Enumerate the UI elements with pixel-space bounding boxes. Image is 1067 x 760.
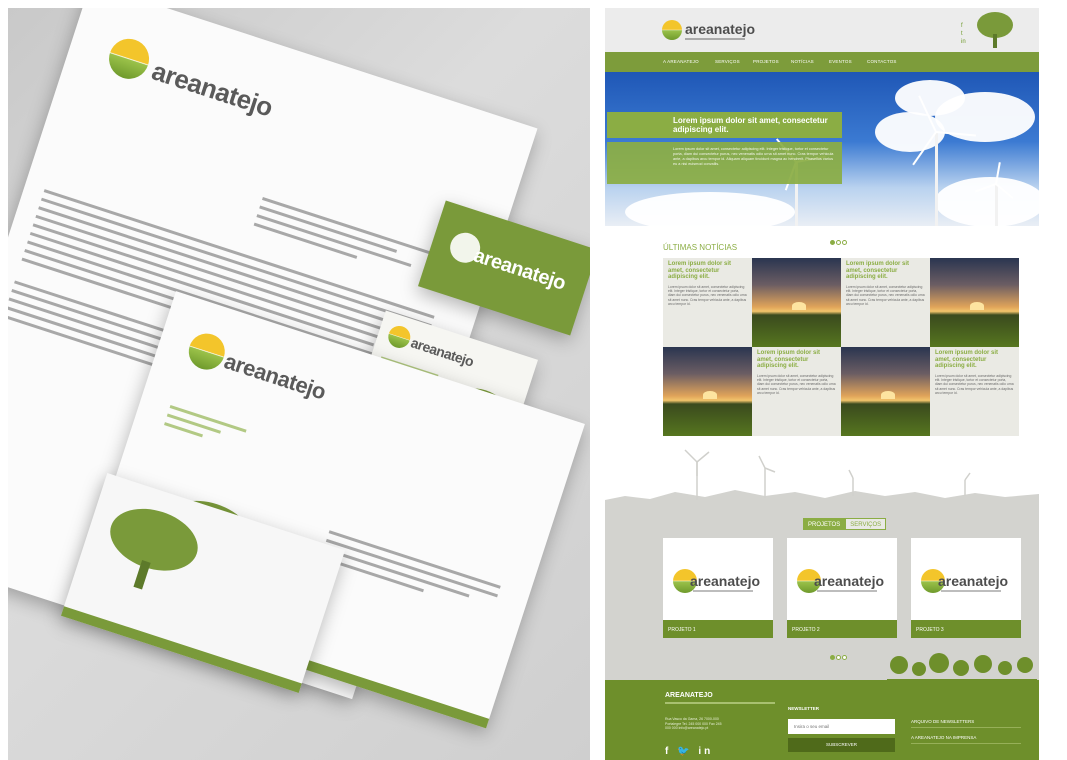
news-item[interactable]: Lorem ipsum dolor sit amet, consectetur … xyxy=(752,347,841,436)
tab-services[interactable]: SERVIÇOS xyxy=(845,518,887,530)
footer-contact-info: Rua Vasco da Gama, 26 7000-000 Portalegr… xyxy=(665,717,722,731)
tree-icon xyxy=(95,498,206,602)
website-mockup: areanatejo f t in A AREANATEJO SERVIÇOS PR… xyxy=(605,8,1039,760)
projects-slider-dots xyxy=(830,647,848,665)
news-item-title: Lorem ipsum dolor sit amet, consectetur … xyxy=(846,261,910,280)
news-image[interactable] xyxy=(663,347,752,436)
hero-slider: Lorem ipsum dolor sit amet, consectetur … xyxy=(605,72,1039,226)
news-item-body: Lorem ipsum dolor sit amet, consectetur … xyxy=(668,284,747,307)
sun-icon xyxy=(703,391,717,399)
nav-item-about[interactable]: A AREANATEJO xyxy=(663,59,699,64)
brand-logo-text: areanatejo xyxy=(470,244,569,295)
news-image[interactable] xyxy=(841,347,930,436)
mockup-presentation: areanatejo areanatejo areanatejo areanat… xyxy=(0,0,1067,760)
cloud xyxy=(935,92,1035,142)
slider-dot[interactable] xyxy=(842,240,847,245)
project-label: PROJETO 3 xyxy=(911,620,1021,638)
grass-strip xyxy=(60,606,302,693)
project-logo-tagline xyxy=(693,590,753,592)
news-grid: Lorem ipsum dolor sit amet, consectetur … xyxy=(663,258,1021,436)
projects-tabs: PROJETOS SERVIÇOS xyxy=(803,518,887,530)
nav-item-services[interactable]: SERVIÇOS xyxy=(715,59,740,64)
hero-slider-dots xyxy=(830,232,848,250)
envelope-sender-lines xyxy=(162,405,247,455)
site-header: areanatejo f t in xyxy=(605,8,1039,52)
project-logo-text: areanatejo xyxy=(814,573,885,589)
brand-logo-text: areanatejo xyxy=(408,334,476,370)
sun-icon xyxy=(970,302,984,310)
header-social-icons[interactable]: f t in xyxy=(961,22,967,46)
nav-item-events[interactable]: EVENTOS xyxy=(829,59,852,64)
hero-title: Lorem ipsum dolor sit amet, consectetur … xyxy=(673,116,828,134)
news-item[interactable]: Lorem ipsum dolor sit amet, consectetur … xyxy=(841,258,930,347)
news-item[interactable]: Lorem ipsum dolor sit amet, consectetur … xyxy=(930,347,1019,436)
project-label: PROJETO 1 xyxy=(663,620,773,638)
project-logo-tagline xyxy=(817,590,877,592)
news-item-body: Lorem ipsum dolor sit amet, consectetur … xyxy=(935,373,1014,396)
news-item-title: Lorem ipsum dolor sit amet, consectetur … xyxy=(668,261,732,280)
slider-dot[interactable] xyxy=(836,655,841,660)
news-item-body: Lorem ipsum dolor sit amet, consectetur … xyxy=(757,373,836,396)
main-nav: A AREANATEJO SERVIÇOS PROJETOS NOTÍCIAS … xyxy=(605,52,1039,72)
envelope-recipient-lines xyxy=(318,530,501,620)
footer-social-icons[interactable]: f 🐦 in xyxy=(665,746,713,757)
hero-text: Lorem ipsum dolor sit amet, consectetur … xyxy=(673,147,834,166)
news-item-body: Lorem ipsum dolor sit amet, consectetur … xyxy=(846,284,925,307)
slider-dot[interactable] xyxy=(842,655,847,660)
project-logo-text: areanatejo xyxy=(690,573,761,589)
footer-logo[interactable]: AREANATEJO xyxy=(665,692,713,699)
news-image[interactable] xyxy=(930,258,1019,347)
news-item[interactable]: Lorem ipsum dolor sit amet, consectetur … xyxy=(663,258,752,347)
footer-link-newsletter-archive[interactable]: ARQUIVO DE NEWSLETTERS xyxy=(911,719,1021,728)
news-item-title: Lorem ipsum dolor sit amet, consectetur … xyxy=(757,350,821,369)
sun-icon xyxy=(881,391,895,399)
subscribe-button[interactable]: SUBSCREVER xyxy=(788,738,895,752)
footer-logo-tagline xyxy=(665,702,775,704)
site-logo-tagline xyxy=(685,38,745,40)
news-item-title: Lorem ipsum dolor sit amet, consectetur … xyxy=(935,350,999,369)
stationery-mockup-photo: areanatejo areanatejo areanatejo areanat… xyxy=(8,8,590,760)
slider-dot[interactable] xyxy=(830,655,835,660)
cloud xyxy=(935,177,1039,226)
brand-logo-text: areanatejo xyxy=(148,55,277,123)
newsletter-title: NEWSLETTER xyxy=(788,706,819,711)
cloud xyxy=(625,192,795,226)
sun-icon xyxy=(792,302,806,310)
newsletter-email-input[interactable] xyxy=(788,719,895,734)
slider-dot[interactable] xyxy=(830,240,835,245)
project-label: PROJETO 2 xyxy=(787,620,897,638)
brand-logo-icon xyxy=(662,20,682,40)
footer-link-press[interactable]: A AREANATEJO NA IMPRENSA xyxy=(911,735,1021,744)
project-logo-text: areanatejo xyxy=(938,573,1009,589)
project-card[interactable]: areanatejo PROJETO 1 xyxy=(663,538,773,638)
brand-logo-icon xyxy=(103,33,155,85)
project-logo-tagline xyxy=(941,590,1001,592)
project-card[interactable]: areanatejo PROJETO 2 xyxy=(787,538,897,638)
nav-item-projects[interactable]: PROJETOS xyxy=(753,59,779,64)
project-card[interactable]: areanatejo PROJETO 3 xyxy=(911,538,1021,638)
nav-item-contacts[interactable]: CONTACTOS xyxy=(867,59,897,64)
nav-item-news[interactable]: NOTÍCIAS xyxy=(791,59,814,64)
tree-icon xyxy=(973,12,1017,48)
news-section-title: ÚLTIMAS NOTÍCIAS xyxy=(663,243,738,252)
brand-logo-text: areanatejo xyxy=(221,348,329,405)
news-image[interactable] xyxy=(752,258,841,347)
tab-projects[interactable]: PROJETOS xyxy=(803,518,846,530)
slider-dot[interactable] xyxy=(836,240,841,245)
site-logo-text[interactable]: areanatejo xyxy=(685,21,755,37)
